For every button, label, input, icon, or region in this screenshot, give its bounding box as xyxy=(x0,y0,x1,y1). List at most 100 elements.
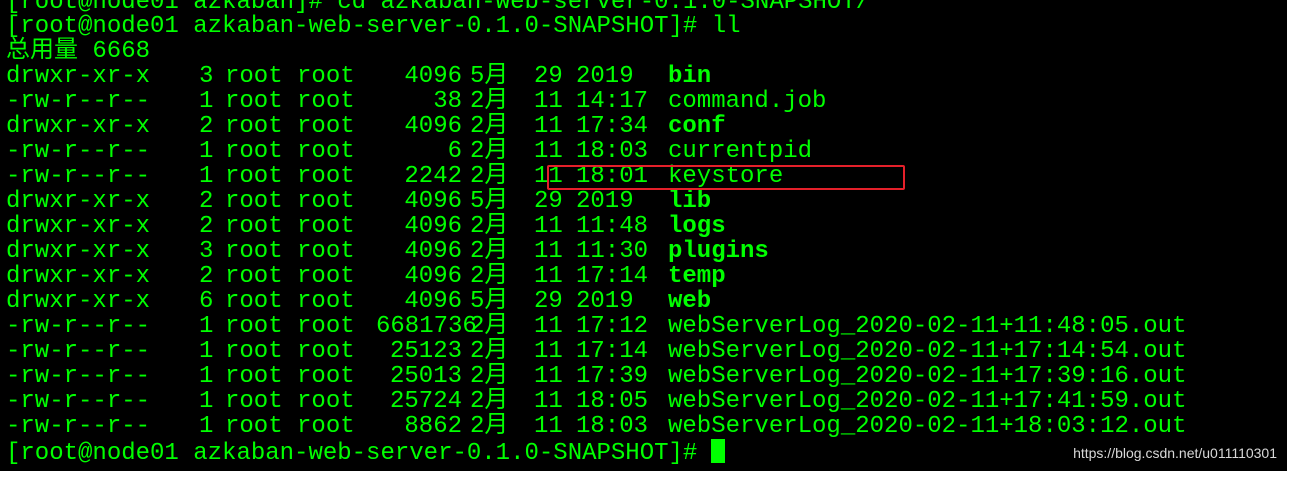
day-field: 11 xyxy=(534,313,563,340)
filename: currentpid xyxy=(668,138,813,165)
size-field: 38 xyxy=(433,88,462,115)
links-field: 1 xyxy=(199,88,214,115)
owner-field: root root xyxy=(225,188,355,215)
owner-field: root root xyxy=(225,113,355,140)
perm-field: -rw-r--r-- xyxy=(6,138,151,165)
filename: webServerLog_2020-02-11+11:48:05.out xyxy=(668,313,1187,340)
filename: webServerLog_2020-02-11+18:03:12.out xyxy=(668,413,1187,440)
filename: web xyxy=(668,288,712,315)
time-field: 17:39 xyxy=(576,363,649,390)
month-field: 2月 xyxy=(470,313,509,340)
terminal-window[interactable]: [root@node01 azkaban]# cd azkaban-web-se… xyxy=(0,0,1291,477)
month-field: 2月 xyxy=(470,88,509,115)
month-field: 2月 xyxy=(470,263,509,290)
day-field: 11 xyxy=(534,263,563,290)
time-field: 18:03 xyxy=(576,413,649,440)
size-field: 6 xyxy=(447,138,462,165)
day-field: 11 xyxy=(534,388,563,415)
perm-field: -rw-r--r-- xyxy=(6,313,151,340)
size-field: 4096 xyxy=(404,263,462,290)
links-field: 1 xyxy=(199,313,214,340)
list-item: -rw-r--r-- 1 root root 6 2月 11 18:03 currentpid xyxy=(6,139,812,164)
size-field: 25123 xyxy=(389,338,462,365)
command-line: [root@node01 azkaban-web-server-0.1.0-SN… xyxy=(6,14,741,39)
owner-field: root root xyxy=(225,213,355,240)
time-field: 2019 xyxy=(576,188,634,215)
owner-field: root root xyxy=(225,288,355,315)
month-field: 2月 xyxy=(470,113,509,140)
size-field: 4096 xyxy=(404,288,462,315)
month-field: 5月 xyxy=(470,63,509,90)
filename: temp xyxy=(668,263,726,290)
watermark: https://blog.csdn.net/u011110301 xyxy=(1073,445,1277,461)
cursor[interactable] xyxy=(711,439,726,463)
size-field: 8862 xyxy=(404,413,462,440)
owner-field: root root xyxy=(225,313,355,340)
size-field: 4096 xyxy=(404,238,462,265)
month-field: 2月 xyxy=(470,363,509,390)
time-field: 17:14 xyxy=(576,263,649,290)
month-field: 2月 xyxy=(470,138,509,165)
perm-field: drwxr-xr-x xyxy=(6,238,151,265)
links-field: 2 xyxy=(199,263,214,290)
list-item: drwxr-xr-x 6 root root 4096 5月 29 2019 web xyxy=(6,289,711,314)
filename: webServerLog_2020-02-11+17:41:59.out xyxy=(668,388,1187,415)
filename: command.job xyxy=(668,88,827,115)
perm-field: drwxr-xr-x xyxy=(6,188,151,215)
list-item: -rw-r--r-- 1 root root 25123 2月 11 17:14 webSer… xyxy=(6,339,1186,364)
links-field: 1 xyxy=(199,338,214,365)
perm-field: -rw-r--r-- xyxy=(6,413,151,440)
time-field: 18:03 xyxy=(576,138,649,165)
owner-field: root root xyxy=(225,88,355,115)
owner-field: root root xyxy=(225,413,355,440)
month-field: 2月 xyxy=(470,238,509,265)
shell-prompt-final: [root@node01 azkaban-web-server-0.1.0-SN… xyxy=(6,440,698,467)
filename: webServerLog_2020-02-11+17:14:54.out xyxy=(668,338,1187,365)
perm-field: -rw-r--r-- xyxy=(6,363,151,390)
size-field: 4096 xyxy=(404,63,462,90)
links-field: 6 xyxy=(199,288,214,315)
command-text: ll xyxy=(711,13,741,40)
month-field: 2月 xyxy=(470,413,509,440)
time-field: 2019 xyxy=(576,63,634,90)
day-field: 11 xyxy=(534,238,563,265)
day-field: 11 xyxy=(534,213,563,240)
links-field: 2 xyxy=(199,113,214,140)
links-field: 1 xyxy=(199,163,214,190)
day-field: 29 xyxy=(534,288,563,315)
list-item: drwxr-xr-x 2 root root 4096 2月 11 11:48 logs xyxy=(6,214,726,239)
owner-field: root root xyxy=(225,238,355,265)
links-field: 1 xyxy=(199,138,214,165)
filename: plugins xyxy=(668,238,769,265)
day-field: 11 xyxy=(534,138,563,165)
owner-field: root root xyxy=(225,63,355,90)
perm-field: -rw-r--r-- xyxy=(6,163,151,190)
day-field: 11 xyxy=(534,338,563,365)
month-field: 2月 xyxy=(470,338,509,365)
list-item: -rw-r--r-- 1 root root 66817362月 11 17:12 webS… xyxy=(6,314,1186,339)
time-field: 17:12 xyxy=(576,313,649,340)
size-field: 6681736 xyxy=(376,313,477,340)
owner-field: root root xyxy=(225,338,355,365)
size-field: 4096 xyxy=(404,213,462,240)
filename: webServerLog_2020-02-11+17:39:16.out xyxy=(668,363,1187,390)
links-field: 1 xyxy=(199,388,214,415)
month-field: 2月 xyxy=(470,213,509,240)
filename: logs xyxy=(668,213,726,240)
filename: conf xyxy=(668,113,726,140)
month-field: 5月 xyxy=(470,288,509,315)
month-field: 2月 xyxy=(470,388,509,415)
size-field: 2242 xyxy=(404,163,462,190)
list-item: drwxr-xr-x 2 root root 4096 5月 29 2019 lib xyxy=(6,189,711,214)
filename: bin xyxy=(668,63,712,90)
links-field: 2 xyxy=(199,188,214,215)
links-field: 1 xyxy=(199,413,214,440)
day-field: 11 xyxy=(534,88,563,115)
list-item: drwxr-xr-x 3 root root 4096 2月 11 11:30 plugins xyxy=(6,239,769,264)
highlight-box xyxy=(547,165,905,190)
list-item: -rw-r--r-- 1 root root 8862 2月 11 18:03 webServ… xyxy=(6,414,1186,439)
links-field: 3 xyxy=(199,63,214,90)
list-item: -rw-r--r-- 1 root root 25724 2月 11 18:05 webSer… xyxy=(6,389,1186,414)
perm-field: -rw-r--r-- xyxy=(6,338,151,365)
day-field: 29 xyxy=(534,188,563,215)
